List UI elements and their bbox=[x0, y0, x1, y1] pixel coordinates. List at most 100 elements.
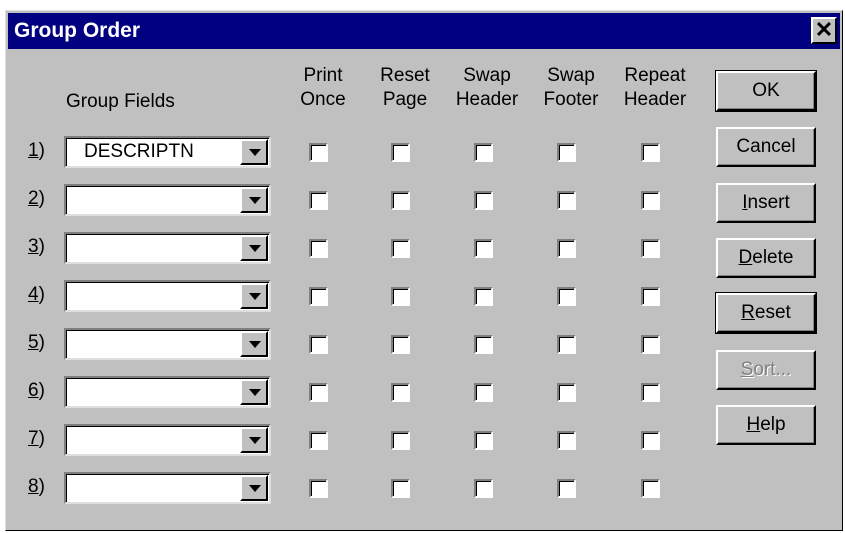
ok-button[interactable]: OK bbox=[715, 70, 817, 112]
row-number: 6) bbox=[28, 380, 45, 402]
option-checkbox[interactable] bbox=[309, 479, 328, 498]
option-checkbox[interactable] bbox=[641, 239, 660, 258]
option-checkbox[interactable] bbox=[391, 287, 410, 306]
option-checkbox[interactable] bbox=[557, 191, 576, 210]
reset-button[interactable]: Reset bbox=[715, 292, 817, 334]
dropdown-button[interactable] bbox=[240, 379, 268, 405]
option-checkbox[interactable] bbox=[474, 431, 493, 450]
dropdown-button[interactable] bbox=[240, 475, 268, 501]
option-checkbox[interactable] bbox=[641, 383, 660, 402]
option-checkbox[interactable] bbox=[391, 239, 410, 258]
row-number-digit: 2 bbox=[28, 188, 39, 209]
insert-button[interactable]: Insert bbox=[716, 183, 816, 223]
row-number: 4) bbox=[28, 284, 45, 306]
option-checkbox[interactable] bbox=[557, 335, 576, 354]
option-checkbox[interactable] bbox=[557, 431, 576, 450]
sort-mnemonic: S bbox=[740, 359, 754, 380]
dropdown-button[interactable] bbox=[240, 283, 268, 309]
option-checkbox[interactable] bbox=[391, 143, 410, 162]
row-number: 2) bbox=[28, 188, 45, 210]
group-field-select[interactable] bbox=[64, 376, 271, 408]
chevron-down-icon bbox=[249, 341, 261, 348]
group-field-value: DESCRIPTN bbox=[84, 141, 194, 162]
group-field-select[interactable] bbox=[64, 472, 271, 504]
row-number-suffix: ) bbox=[38, 428, 45, 449]
group-field-select[interactable]: DESCRIPTN bbox=[64, 136, 271, 168]
cancel-button[interactable]: Cancel bbox=[716, 127, 816, 167]
row-number: 3) bbox=[28, 236, 45, 258]
option-checkbox[interactable] bbox=[641, 191, 660, 210]
chevron-down-icon bbox=[249, 389, 261, 396]
option-checkbox[interactable] bbox=[557, 239, 576, 258]
row-number-suffix: ) bbox=[38, 380, 45, 401]
dropdown-button[interactable] bbox=[240, 235, 268, 261]
option-checkbox[interactable] bbox=[641, 335, 660, 354]
row-number-suffix: ) bbox=[38, 188, 45, 209]
option-checkbox[interactable] bbox=[309, 383, 328, 402]
option-checkbox[interactable] bbox=[641, 287, 660, 306]
dropdown-button[interactable] bbox=[240, 187, 268, 213]
dropdown-button[interactable] bbox=[240, 331, 268, 357]
option-checkbox[interactable] bbox=[474, 143, 493, 162]
group-field-select[interactable] bbox=[64, 184, 271, 216]
group-field-select[interactable] bbox=[64, 232, 271, 264]
chevron-down-icon bbox=[249, 293, 261, 300]
option-checkbox[interactable] bbox=[641, 479, 660, 498]
row-number: 1) bbox=[28, 140, 45, 162]
group-field-select[interactable] bbox=[64, 424, 271, 456]
row-number-digit: 3 bbox=[28, 236, 39, 257]
close-icon[interactable]: ✕ bbox=[811, 17, 837, 44]
option-checkbox[interactable] bbox=[557, 143, 576, 162]
option-checkbox[interactable] bbox=[641, 431, 660, 450]
option-checkbox[interactable] bbox=[641, 143, 660, 162]
option-checkbox[interactable] bbox=[309, 191, 328, 210]
option-checkbox[interactable] bbox=[557, 383, 576, 402]
row-number-suffix: ) bbox=[38, 284, 45, 305]
option-checkbox[interactable] bbox=[474, 479, 493, 498]
option-checkbox[interactable] bbox=[391, 335, 410, 354]
chevron-down-icon bbox=[249, 437, 261, 444]
dropdown-button[interactable] bbox=[240, 427, 268, 453]
sort-button: Sort... bbox=[716, 350, 816, 390]
reset-mnemonic: R bbox=[741, 302, 755, 323]
row-number-digit: 7 bbox=[28, 428, 39, 449]
row-number: 7) bbox=[28, 428, 45, 450]
row-number: 8) bbox=[28, 476, 45, 498]
group-field-select[interactable] bbox=[64, 328, 271, 360]
column-header-line2: Page bbox=[382, 89, 428, 110]
option-checkbox[interactable] bbox=[391, 383, 410, 402]
row-number: 5) bbox=[28, 332, 45, 354]
column-header-line1: Print bbox=[303, 65, 343, 86]
column-header-line2: Once bbox=[300, 89, 346, 110]
option-checkbox[interactable] bbox=[309, 431, 328, 450]
help-button[interactable]: Help bbox=[716, 405, 816, 445]
option-checkbox[interactable] bbox=[474, 191, 493, 210]
row-number-suffix: ) bbox=[38, 140, 45, 161]
chevron-down-icon bbox=[249, 197, 261, 204]
option-checkbox[interactable] bbox=[309, 335, 328, 354]
option-checkbox[interactable] bbox=[474, 287, 493, 306]
dropdown-button[interactable] bbox=[240, 139, 268, 165]
row-number-digit: 8 bbox=[28, 476, 39, 497]
group-field-select[interactable] bbox=[64, 280, 271, 312]
chevron-down-icon bbox=[249, 149, 261, 156]
group-fields-label: Group Fields bbox=[66, 91, 175, 112]
option-checkbox[interactable] bbox=[474, 239, 493, 258]
option-checkbox[interactable] bbox=[309, 143, 328, 162]
option-checkbox[interactable] bbox=[474, 383, 493, 402]
option-checkbox[interactable] bbox=[309, 287, 328, 306]
option-checkbox[interactable] bbox=[391, 191, 410, 210]
option-checkbox[interactable] bbox=[309, 239, 328, 258]
option-checkbox[interactable] bbox=[391, 479, 410, 498]
option-checkbox[interactable] bbox=[391, 431, 410, 450]
chevron-down-icon bbox=[249, 245, 261, 252]
row-number-suffix: ) bbox=[38, 476, 45, 497]
column-header: Reset Page bbox=[360, 64, 450, 112]
column-header-line1: Repeat bbox=[624, 65, 686, 86]
option-checkbox[interactable] bbox=[557, 479, 576, 498]
option-checkbox[interactable] bbox=[474, 335, 493, 354]
delete-button[interactable]: Delete bbox=[716, 238, 816, 278]
column-header-line2: Header bbox=[623, 89, 687, 110]
option-checkbox[interactable] bbox=[557, 287, 576, 306]
column-header-line1: Swap bbox=[547, 65, 595, 86]
